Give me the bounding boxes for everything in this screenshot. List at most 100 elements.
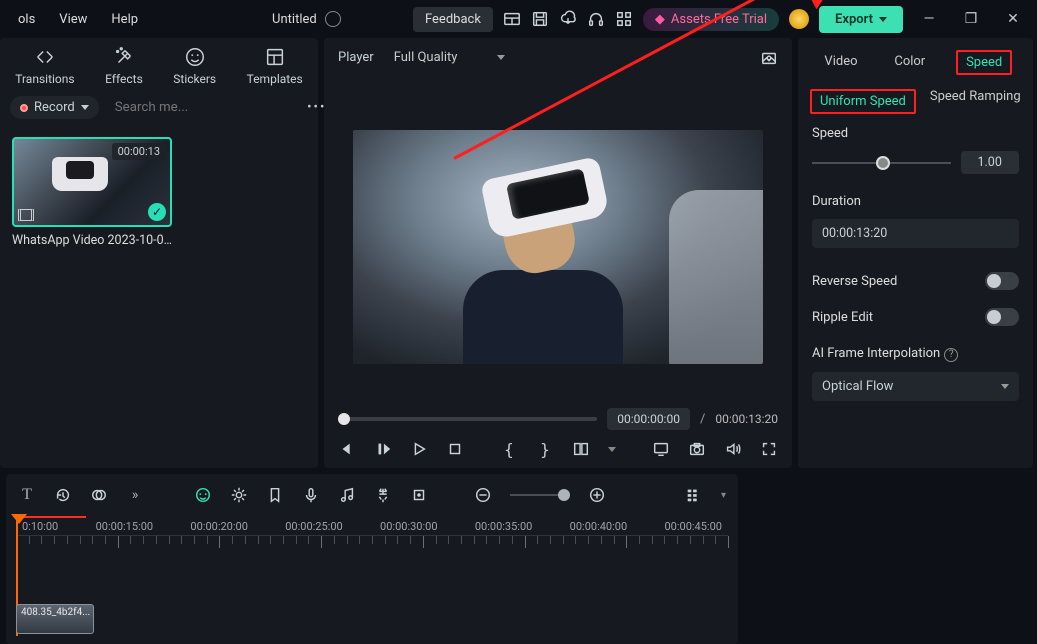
zoom-slider[interactable] bbox=[510, 494, 570, 496]
headphones-icon[interactable] bbox=[587, 10, 605, 28]
document-title: Untitled bbox=[272, 12, 317, 27]
time-separator: / bbox=[700, 412, 705, 427]
duration-field[interactable]: 00:00:13:20 bbox=[812, 219, 1019, 248]
preview-viewport[interactable] bbox=[353, 130, 763, 364]
media-clip[interactable]: 00:00:13 ✓ WhatsApp Video 2023-10-05... bbox=[12, 137, 172, 248]
clip-name-label: WhatsApp Video 2023-10-05... bbox=[12, 233, 172, 248]
clip-thumbnail[interactable]: 00:00:13 ✓ bbox=[12, 137, 172, 227]
bookmark-icon[interactable] bbox=[266, 486, 284, 504]
record-button[interactable]: Record bbox=[10, 96, 99, 119]
stop-button[interactable] bbox=[446, 440, 464, 458]
ripple-edit-toggle[interactable] bbox=[985, 308, 1019, 326]
timeline-clip[interactable]: 408.35_4b2f4... bbox=[16, 604, 94, 634]
speed-value-field[interactable]: 1.00 bbox=[961, 151, 1019, 174]
window-maximize-button[interactable]: ❐ bbox=[955, 11, 987, 27]
mic-icon[interactable] bbox=[302, 486, 320, 504]
chevron-down-icon[interactable] bbox=[608, 447, 616, 452]
inspector-tab-color[interactable]: Color bbox=[888, 50, 931, 75]
chevron-down-icon bbox=[1001, 384, 1009, 389]
play-button[interactable] bbox=[410, 440, 428, 458]
save-icon[interactable] bbox=[531, 10, 549, 28]
chevron-down-icon bbox=[81, 105, 89, 110]
apps-grid-icon[interactable] bbox=[615, 10, 633, 28]
crop-icon[interactable] bbox=[410, 486, 428, 504]
clip-duration-badge: 00:00:13 bbox=[112, 143, 166, 160]
music-icon[interactable] bbox=[338, 486, 356, 504]
ai-tool-icon[interactable] bbox=[194, 486, 212, 504]
subtab-uniform-speed[interactable]: Uniform Speed bbox=[820, 94, 906, 109]
tab-templates-label: Templates bbox=[247, 72, 303, 86]
document-status-icon bbox=[325, 11, 341, 27]
media-panel: Transitions Effects Stickers Templates R… bbox=[0, 38, 318, 468]
player-total-time: 00:00:13:20 bbox=[715, 412, 778, 426]
history-icon[interactable] bbox=[54, 486, 72, 504]
adjust-icon[interactable] bbox=[230, 486, 248, 504]
mark-out-icon[interactable]: } bbox=[536, 440, 554, 458]
volume-icon[interactable] bbox=[724, 440, 742, 458]
ripple-edit-label: Ripple Edit bbox=[812, 310, 873, 325]
tab-effects-label: Effects bbox=[105, 72, 143, 86]
menu-help[interactable]: Help bbox=[101, 8, 148, 31]
chevron-down-icon bbox=[497, 55, 505, 60]
ruler-label: 00:00:15:00 bbox=[96, 520, 153, 533]
timeline-tracks[interactable]: 408.35_4b2f4... bbox=[6, 556, 738, 644]
ai-interpolation-select[interactable]: Optical Flow bbox=[812, 372, 1019, 401]
chevron-down-icon bbox=[879, 17, 887, 22]
player-progress-slider[interactable] bbox=[338, 417, 597, 421]
clip-added-check-icon: ✓ bbox=[148, 203, 166, 221]
search-input[interactable] bbox=[115, 100, 292, 115]
record-dot-icon bbox=[20, 104, 28, 112]
cloud-download-icon[interactable] bbox=[559, 10, 577, 28]
compare-icon[interactable] bbox=[572, 440, 590, 458]
feedback-button[interactable]: Feedback bbox=[413, 7, 493, 32]
reverse-speed-toggle[interactable] bbox=[985, 272, 1019, 290]
layout-icon[interactable] bbox=[503, 10, 521, 28]
inspector-tab-video[interactable]: Video bbox=[818, 50, 863, 75]
zoom-in-button[interactable] bbox=[588, 486, 606, 504]
ruler-label: 00:00:20:00 bbox=[190, 520, 247, 533]
subtab-speed-ramping[interactable]: Speed Ramping bbox=[930, 89, 1021, 114]
ruler-label: 00:00:40:00 bbox=[570, 520, 627, 533]
inspector-tab-speed-highlight: Speed bbox=[956, 50, 1012, 75]
player-current-time: 00:00:00:00 bbox=[607, 408, 690, 430]
snapshot-icon[interactable] bbox=[760, 49, 778, 67]
duration-label: Duration bbox=[812, 194, 1019, 209]
timeline-ruler[interactable]: 0:10:00 00:00:15:00 00:00:20:00 00:00:25… bbox=[6, 516, 738, 556]
export-label: Export bbox=[835, 12, 873, 27]
play-pause-button[interactable] bbox=[374, 440, 392, 458]
mask-icon[interactable] bbox=[90, 486, 108, 504]
inspector-tab-speed[interactable]: Speed bbox=[966, 55, 1002, 70]
reverse-speed-label: Reverse Speed bbox=[812, 274, 897, 289]
window-minimize-button[interactable]: — bbox=[913, 11, 945, 27]
tab-transitions-label: Transitions bbox=[15, 72, 74, 86]
menu-view[interactable]: View bbox=[49, 8, 97, 31]
fullscreen-icon[interactable] bbox=[760, 440, 778, 458]
ruler-label: 00:00:25:00 bbox=[285, 520, 342, 533]
window-close-button[interactable]: ✕ bbox=[997, 11, 1029, 27]
display-icon[interactable] bbox=[652, 440, 670, 458]
track-view-chevron[interactable]: ▾ bbox=[721, 490, 726, 501]
zoom-out-button[interactable] bbox=[474, 486, 492, 504]
export-button[interactable]: Export bbox=[819, 6, 903, 33]
player-label: Player bbox=[338, 50, 374, 65]
clip-filmstrip-icon bbox=[18, 209, 34, 221]
magnet-icon[interactable] bbox=[374, 486, 392, 504]
tab-transitions[interactable]: Transitions bbox=[15, 46, 74, 86]
tab-templates[interactable]: Templates bbox=[247, 46, 303, 86]
speed-label: Speed bbox=[812, 126, 1019, 141]
help-icon[interactable]: ? bbox=[944, 348, 958, 362]
track-view-icon[interactable] bbox=[685, 486, 703, 504]
tab-stickers-label: Stickers bbox=[173, 72, 216, 86]
diamond-icon: ◆ bbox=[655, 12, 665, 27]
tab-stickers[interactable]: Stickers bbox=[173, 46, 216, 86]
tab-effects[interactable]: Effects bbox=[105, 46, 143, 86]
more-tools-icon[interactable]: » bbox=[126, 486, 144, 504]
prev-frame-button[interactable] bbox=[338, 440, 356, 458]
avatar-icon[interactable] bbox=[789, 9, 809, 29]
speed-slider[interactable] bbox=[812, 162, 951, 164]
menu-ols[interactable]: ols bbox=[8, 8, 45, 31]
mark-in-icon[interactable]: { bbox=[500, 440, 518, 458]
text-tool-icon[interactable]: T bbox=[18, 486, 36, 504]
player-quality-dropdown[interactable]: Full Quality bbox=[386, 46, 514, 69]
camera-icon[interactable] bbox=[688, 440, 706, 458]
